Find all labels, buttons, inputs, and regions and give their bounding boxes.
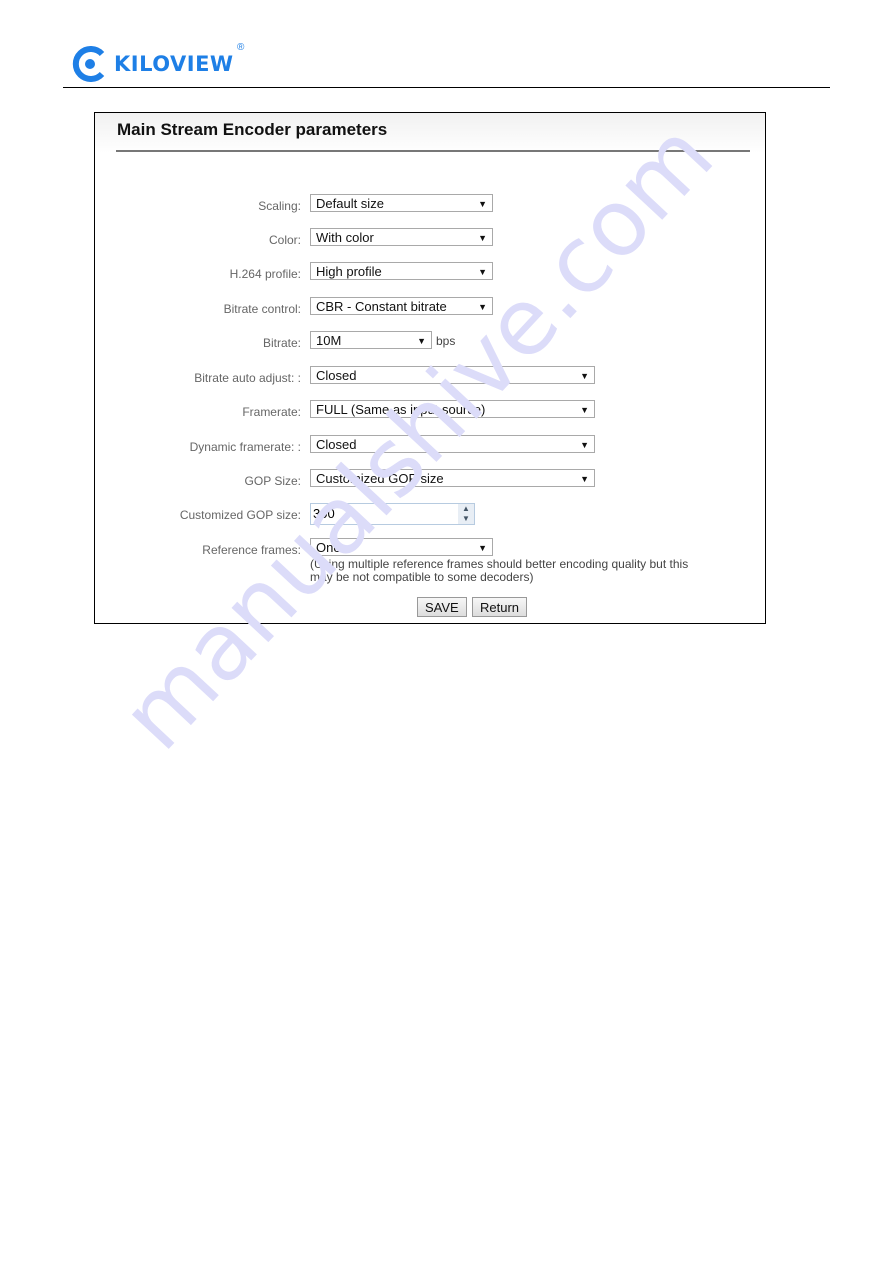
input-value: 300 <box>313 506 335 521</box>
field-label: GOP Size: <box>244 474 301 488</box>
bitrate-select[interactable]: 10M ▼ <box>310 331 432 349</box>
field-gop-size: GOP Size: Customized GOP size ▼ <box>95 469 765 489</box>
select-value: With color <box>316 230 374 245</box>
dropdown-arrow-icon: ▼ <box>478 199 487 209</box>
gop-size-select[interactable]: Customized GOP size ▼ <box>310 469 595 487</box>
encoder-panel: Main Stream Encoder parameters Scaling: … <box>94 112 766 624</box>
registered-mark: ® <box>237 42 245 53</box>
field-label: H.264 profile: <box>229 267 301 281</box>
dropdown-arrow-icon: ▼ <box>580 474 589 484</box>
bitrate-control-select[interactable]: CBR - Constant bitrate ▼ <box>310 297 493 315</box>
field-color: Color: With color ▼ <box>95 228 765 248</box>
save-button[interactable]: SAVE <box>417 597 467 617</box>
logo-c-icon <box>72 46 105 82</box>
header-divider <box>63 87 830 88</box>
chevron-up-icon[interactable]: ▲ <box>458 504 474 514</box>
field-label: Reference frames: <box>202 543 301 557</box>
field-bitrate: Bitrate: 10M ▼ bps <box>95 331 765 351</box>
dropdown-arrow-icon: ▼ <box>417 336 426 346</box>
reference-frames-select[interactable]: One ▼ <box>310 538 493 556</box>
bitrate-auto-adjust-select[interactable]: Closed ▼ <box>310 366 595 384</box>
spinner-buttons[interactable]: ▲ ▼ <box>458 504 474 524</box>
reference-frames-hint: (Using multiple reference frames should … <box>310 557 689 584</box>
dropdown-arrow-icon: ▼ <box>478 267 487 277</box>
return-button[interactable]: Return <box>472 597 528 617</box>
field-framerate: Framerate: FULL (Same as input source) ▼ <box>95 400 765 420</box>
field-label: Customized GOP size: <box>179 508 301 522</box>
select-value: High profile <box>316 264 382 279</box>
field-label: Color: <box>268 233 301 247</box>
field-reference-frames: Reference frames: One ▼ (Using multiple r… <box>95 538 765 584</box>
select-value: Customized GOP size <box>316 471 444 486</box>
panel-title: Main Stream Encoder parameters <box>117 120 388 139</box>
field-label: Scaling: <box>258 199 301 213</box>
h264-profile-select[interactable]: High profile ▼ <box>310 262 493 280</box>
select-value: 10M <box>316 333 342 348</box>
field-customized-gop-size: Customized GOP size: 300 ▲ ▼ <box>95 503 765 525</box>
field-label: Framerate: <box>242 405 301 419</box>
select-value: Closed <box>316 368 357 383</box>
field-scaling: Scaling: Default size ▼ <box>95 194 765 214</box>
dropdown-arrow-icon: ▼ <box>580 440 589 450</box>
framerate-select[interactable]: FULL (Same as input source) ▼ <box>310 400 595 418</box>
select-value: Default size <box>316 196 384 211</box>
document-page: KILOVIEW ® Main Stream Encoder parameter… <box>0 0 893 1263</box>
gop-size-input[interactable]: 300 ▲ ▼ <box>310 503 475 525</box>
select-value: CBR - Constant bitrate <box>316 299 447 314</box>
chevron-down-icon[interactable]: ▼ <box>458 514 474 524</box>
field-label: Dynamic framerate: : <box>189 440 301 454</box>
dropdown-arrow-icon: ▼ <box>580 371 589 381</box>
dynamic-framerate-select[interactable]: Closed ▼ <box>310 435 595 453</box>
field-label: Bitrate control: <box>223 302 301 316</box>
field-h264-profile: H.264 profile: High profile ▼ <box>95 262 765 282</box>
kiloview-logo: KILOVIEW ® <box>72 42 244 84</box>
field-label: Bitrate: <box>262 336 301 350</box>
color-select[interactable]: With color ▼ <box>310 228 493 246</box>
select-value: FULL (Same as input source) <box>316 402 486 417</box>
field-label: Bitrate auto adjust: : <box>194 371 301 385</box>
logo-text: KILOVIEW <box>114 52 234 76</box>
select-value: Closed <box>316 437 357 452</box>
field-bitrate-control: Bitrate control: CBR - Constant bitrate ▼ <box>95 297 765 317</box>
field-bitrate-auto-adjust: Bitrate auto adjust: : Closed ▼ <box>95 366 765 386</box>
dropdown-arrow-icon: ▼ <box>478 302 487 312</box>
dropdown-arrow-icon: ▼ <box>478 543 487 553</box>
select-value: One <box>316 540 341 555</box>
dropdown-arrow-icon: ▼ <box>478 233 487 243</box>
scaling-select[interactable]: Default size ▼ <box>310 194 493 212</box>
field-dynamic-framerate: Dynamic framerate: : Closed ▼ <box>95 435 765 455</box>
title-divider <box>116 150 750 152</box>
dropdown-arrow-icon: ▼ <box>580 405 589 415</box>
bitrate-unit: bps <box>436 334 456 348</box>
